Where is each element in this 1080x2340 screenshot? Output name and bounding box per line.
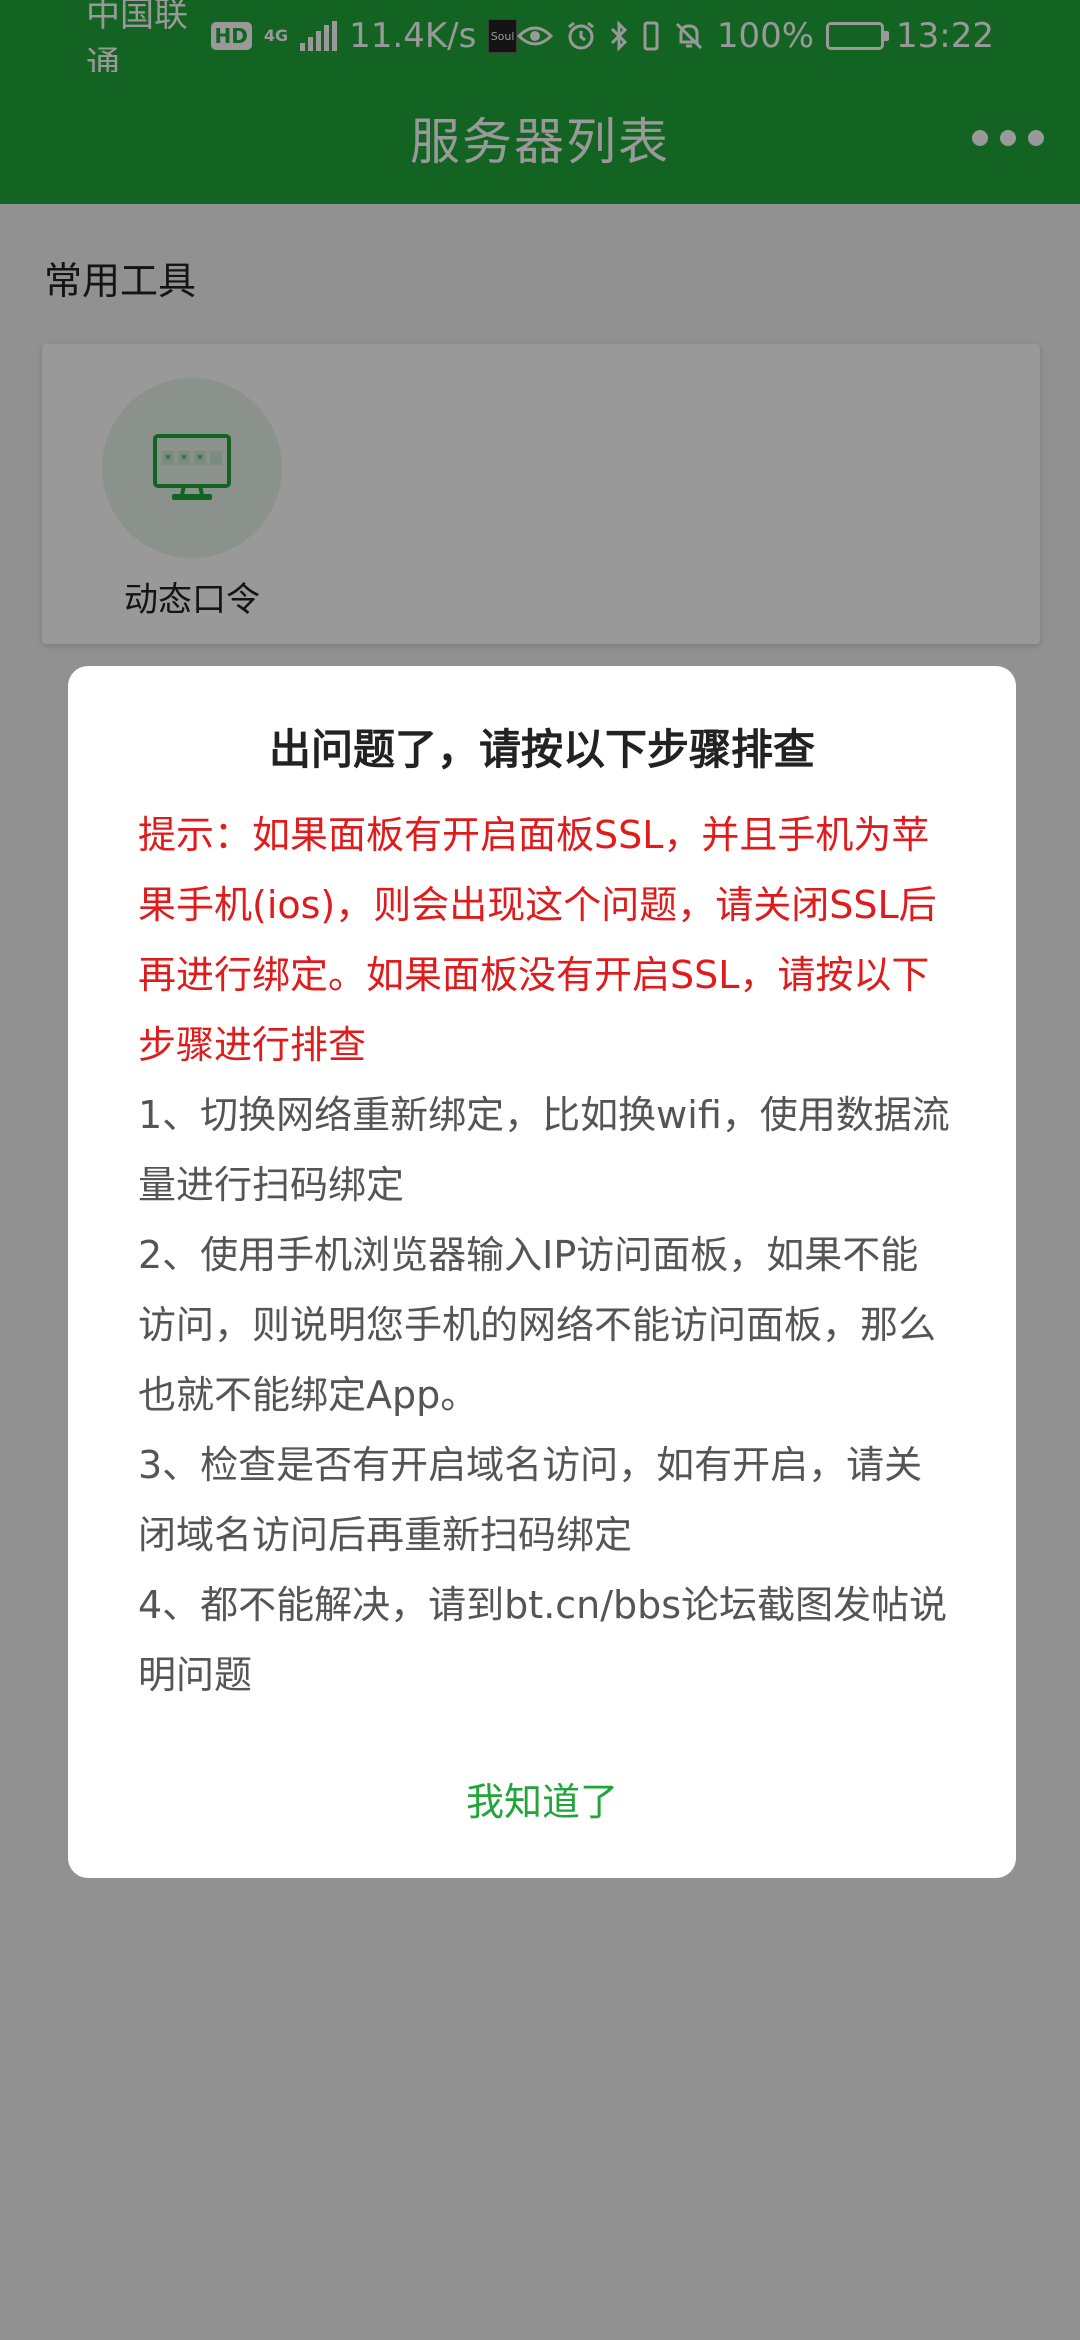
dialog-step-1: 1、切换网络重新绑定，比如换wifi，使用数据流量进行扫码绑定 [138, 1093, 950, 1207]
modal-overlay-top [0, 0, 1080, 204]
dialog-step-2: 2、使用手机浏览器输入IP访问面板，如果不能访问，则说明您手机的网络不能访问面板… [138, 1233, 937, 1417]
troubleshoot-dialog: 出问题了，请按以下步骤排查 提示：如果面板有开启面板SSL，并且手机为苹果手机(… [68, 666, 1016, 1878]
dialog-step-4: 4、都不能解决，请到bt.cn/bbs论坛截图发帖说明问题 [138, 1583, 948, 1697]
dialog-title: 出问题了，请按以下步骤排查 [268, 725, 815, 774]
dialog-warning-text: 提示：如果面板有开启面板SSL，并且手机为苹果手机(ios)，则会出现这个问题，… [138, 813, 937, 1067]
dialog-body: 提示：如果面板有开启面板SSL，并且手机为苹果手机(ios)，则会出现这个问题，… [138, 800, 954, 1710]
confirm-button[interactable]: 我知道了 [68, 1758, 1016, 1838]
dialog-step-3: 3、检查是否有开启域名访问，如有开启，请关闭域名访问后再重新扫码绑定 [138, 1443, 923, 1557]
